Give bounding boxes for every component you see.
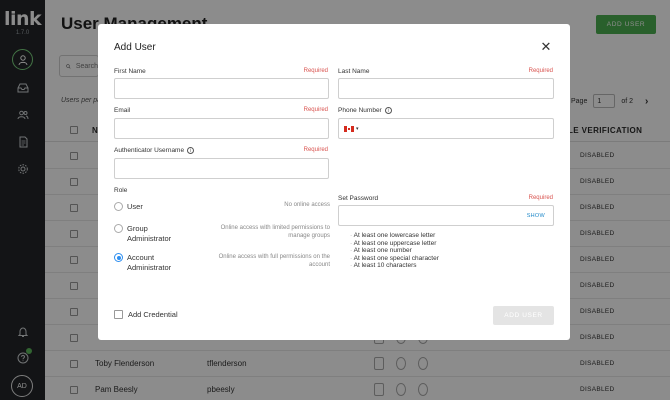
email-field[interactable] [114, 118, 329, 139]
add-user-modal: Add User ✕ First Name Required Last Name… [98, 24, 570, 340]
auth-username-label-text: Authenticator Username [114, 147, 185, 154]
chevron-down-icon: ▾ [356, 126, 359, 132]
email-label: Email [114, 107, 131, 114]
phone-label: Phone Number i [338, 107, 392, 114]
show-password-button[interactable]: SHOW [527, 213, 545, 219]
close-icon[interactable]: ✕ [540, 40, 552, 53]
last-name-required: Required [528, 68, 553, 74]
password-label: Set Password [338, 195, 379, 202]
submit-add-user-button[interactable]: ADD USER [493, 306, 554, 325]
first-name-field[interactable] [114, 78, 329, 99]
password-rule: At least one special character [350, 255, 439, 263]
role-user-radio[interactable] [114, 202, 123, 211]
role-account-admin-description: Online access with full permissions on t… [218, 254, 330, 268]
role-user-description: No online access [284, 202, 330, 208]
email-required: Required [303, 107, 328, 113]
first-name-required: Required [303, 68, 328, 74]
role-group-admin-radio[interactable] [114, 224, 123, 233]
first-name-label: First Name [114, 68, 146, 75]
password-rules: At least one lowercase letter At least o… [350, 232, 439, 270]
password-field[interactable]: SHOW [338, 205, 554, 226]
add-credential-label[interactable]: Add Credential [128, 310, 178, 319]
password-rule: At least 10 characters [350, 262, 439, 270]
canada-flag-icon [344, 126, 354, 132]
auth-username-field[interactable] [114, 158, 329, 179]
add-credential-checkbox[interactable] [114, 310, 123, 319]
country-selector[interactable]: ▾ [344, 126, 359, 132]
role-account-admin-radio[interactable] [114, 253, 123, 262]
last-name-field[interactable] [338, 78, 554, 99]
role-label: Role [114, 187, 128, 194]
auth-username-label: Authenticator Username i [114, 147, 195, 154]
phone-field[interactable]: ▾ [338, 118, 554, 139]
role-account-admin-label[interactable]: Account Administrator [127, 253, 187, 273]
role-user-label[interactable]: User [127, 202, 143, 212]
last-name-label: Last Name [338, 68, 370, 75]
modal-title: Add User [114, 42, 156, 53]
role-group-admin-description: Online access with limited permissions t… [220, 225, 330, 239]
info-icon[interactable]: i [384, 107, 392, 114]
password-rule: At least one lowercase letter [350, 232, 439, 240]
password-required: Required [528, 195, 553, 201]
password-rule: At least one uppercase letter [350, 240, 439, 248]
auth-username-required: Required [303, 147, 328, 153]
phone-label-text: Phone Number [338, 107, 382, 114]
password-rule: At least one number [350, 247, 439, 255]
role-group-admin-label[interactable]: Group Administrator [127, 224, 187, 244]
info-icon[interactable]: i [187, 147, 195, 154]
